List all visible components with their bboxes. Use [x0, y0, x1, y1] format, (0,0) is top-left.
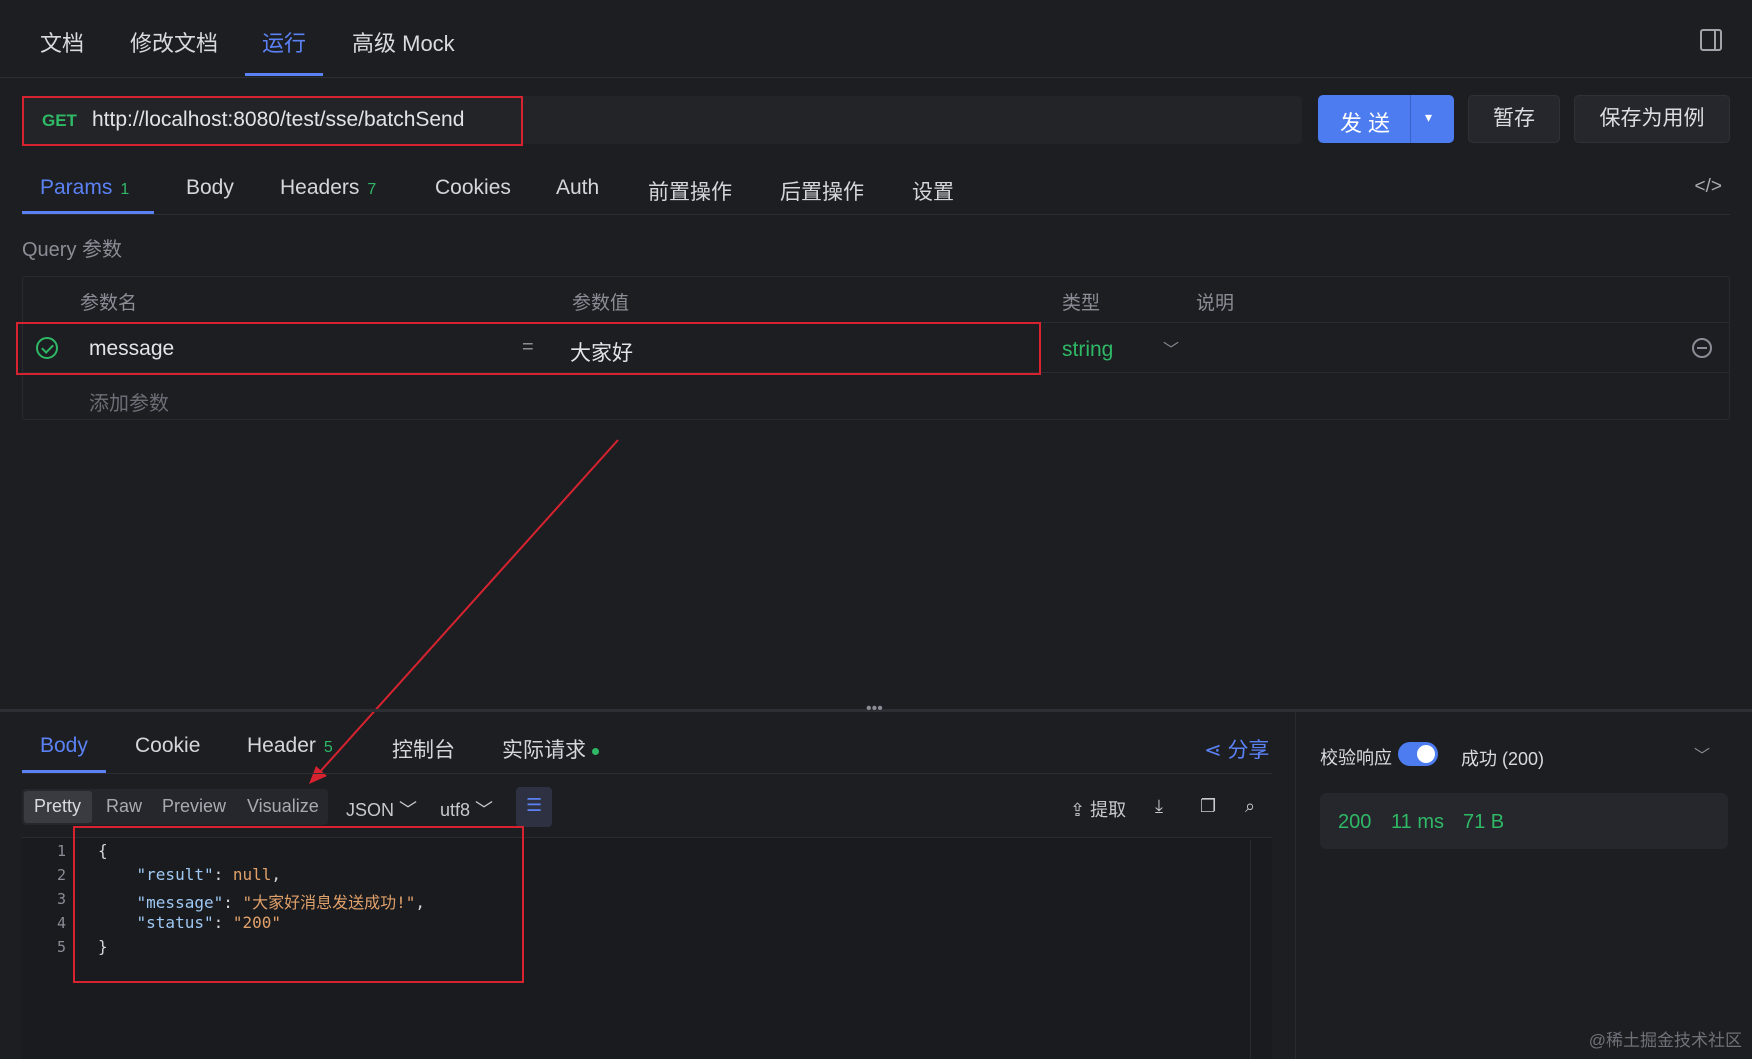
res-tab-console[interactable]: 控制台 [392, 734, 455, 764]
format-pretty[interactable]: Pretty [34, 796, 81, 817]
verify-result: 成功 (200) [1461, 749, 1545, 769]
res-tab-body[interactable]: Body [40, 734, 88, 758]
extract-button[interactable]: ⇪ 提取 [1070, 796, 1126, 822]
verify-label: 校验响应 [1320, 748, 1392, 768]
chevron-down-icon: ﹀ [475, 800, 494, 820]
line-number: 4 [56, 914, 66, 932]
format-preview[interactable]: Preview [162, 796, 226, 817]
share-button[interactable]: ⋖ 分享 [1204, 734, 1269, 764]
res-tabs-divider [22, 773, 1272, 774]
response-stats [1320, 793, 1728, 849]
status-dot [592, 747, 599, 755]
verify-toggle[interactable] [1398, 742, 1438, 766]
chevron-down-icon: ﹀ [399, 800, 418, 820]
scrollbar[interactable] [1250, 840, 1268, 1059]
response-size: 71 B [1463, 811, 1505, 833]
response-panel-divider [1295, 712, 1296, 1059]
search-icon[interactable]: ⌕ [1245, 796, 1255, 817]
format-raw[interactable]: Raw [106, 796, 142, 817]
line-number: 2 [56, 866, 66, 884]
response-type-select[interactable]: JSON ﹀ [346, 796, 417, 822]
format-visualize[interactable]: Visualize [247, 796, 319, 817]
watermark: @稀土掘金技术社区 [1588, 1031, 1742, 1050]
response-time: 11 ms [1391, 811, 1444, 833]
chevron-down-icon[interactable]: ﹀ [1694, 742, 1710, 766]
drag-handle-icon[interactable]: ••• [866, 700, 883, 718]
line-number: 3 [56, 890, 66, 908]
code-highlight-box [73, 826, 524, 983]
status-code: 200 [1338, 811, 1372, 833]
line-number: 5 [56, 938, 66, 956]
res-tab-actual-request[interactable]: 实际请求 [502, 734, 599, 764]
download-icon[interactable]: ⤓ [1155, 796, 1163, 817]
res-tab-header[interactable]: Header 5 [247, 734, 333, 758]
share-icon: ⋖ [1204, 739, 1228, 762]
line-number: 1 [56, 842, 66, 860]
copy-icon[interactable]: ❐ [1200, 796, 1216, 817]
res-tab-cookie[interactable]: Cookie [135, 734, 200, 758]
extract-icon: ⇪ [1070, 800, 1091, 820]
wrap-lines-icon: ☰ [526, 795, 543, 815]
encoding-select[interactable]: utf8 ﹀ [440, 796, 493, 822]
